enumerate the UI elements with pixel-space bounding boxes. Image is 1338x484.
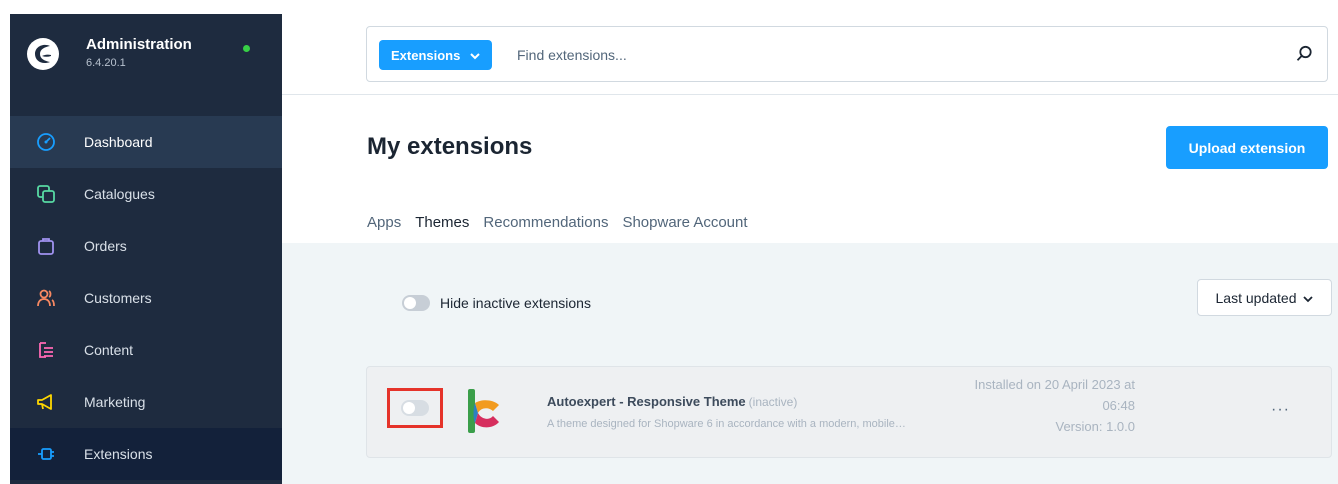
sidebar-item-dashboard[interactable]: Dashboard (10, 116, 282, 168)
content-icon (36, 340, 56, 360)
customers-icon (36, 288, 56, 308)
extension-name-text: Autoexpert - Responsive Theme (547, 394, 746, 409)
sidebar-item-label: Marketing (84, 394, 146, 410)
sidebar-item-label: Orders (84, 238, 127, 254)
extension-activation-toggle[interactable] (401, 400, 429, 416)
catalogues-icon (36, 184, 56, 204)
hide-inactive-filter: Hide inactive extensions (402, 295, 591, 311)
hide-inactive-toggle[interactable] (402, 295, 430, 311)
sort-select[interactable]: Last updated (1197, 279, 1332, 316)
sidebar-item-label: Dashboard (84, 134, 153, 150)
search-input[interactable] (517, 40, 1117, 70)
search-type-label: Extensions (391, 47, 461, 63)
sidebar: Administration 6.4.20.1 Dashboard Catalo… (10, 14, 282, 484)
search-type-dropdown[interactable]: Extensions (379, 40, 493, 70)
shopware-logo-icon[interactable] (26, 37, 60, 71)
global-search: Extensions (366, 26, 1328, 82)
sidebar-item-label: Catalogues (84, 186, 155, 202)
sidebar-item-label: Content (84, 342, 134, 358)
marketing-icon (36, 392, 56, 412)
app-version: 6.4.20.1 (86, 57, 126, 69)
sidebar-item-label: Customers (84, 290, 152, 306)
sidebar-item-extensions[interactable]: Extensions (10, 428, 282, 480)
sidebar-item-label: Extensions (84, 446, 153, 462)
chevron-down-icon (470, 48, 481, 63)
sidebar-header: Administration 6.4.20.1 (10, 14, 282, 116)
extension-version: Version: 1.0.0 (1055, 419, 1136, 434)
orders-icon (36, 236, 56, 256)
extension-meta: Installed on 20 April 2023 at 06:48 Vers… (947, 374, 1135, 437)
chevron-down-icon (1303, 290, 1314, 306)
dashboard-icon (36, 132, 56, 152)
sidebar-item-catalogues[interactable]: Catalogues (10, 168, 282, 220)
installed-time: 06:48 (1102, 398, 1135, 413)
context-menu-icon[interactable]: ··· (1271, 401, 1290, 419)
sidebar-nav: Dashboard Catalogues Orders Customers Co… (10, 116, 282, 480)
autoexpert-logo-icon (468, 389, 499, 433)
sidebar-item-marketing[interactable]: Marketing (10, 376, 282, 428)
upload-extension-button[interactable]: Upload extension (1166, 126, 1328, 169)
sidebar-item-customers[interactable]: Customers (10, 272, 282, 324)
sidebar-item-content[interactable]: Content (10, 324, 282, 376)
app-title: Administration (86, 36, 192, 53)
extension-card: Autoexpert - Responsive Theme (inactive) … (366, 366, 1332, 458)
installed-date: Installed on 20 April 2023 at (974, 377, 1135, 392)
header-divider (282, 94, 1338, 95)
online-status-indicator (243, 45, 250, 52)
search-icon[interactable] (1296, 45, 1313, 67)
extension-name[interactable]: Autoexpert - Responsive Theme (inactive) (547, 394, 797, 409)
extension-list-area: Hide inactive extensions Last updated Au… (282, 243, 1338, 484)
sidebar-item-orders[interactable]: Orders (10, 220, 282, 272)
sort-select-value: Last updated (1215, 289, 1297, 306)
extensions-icon (36, 444, 56, 464)
hide-inactive-label: Hide inactive extensions (440, 295, 591, 311)
extension-description: A theme designed for Shopware 6 in accor… (547, 418, 906, 430)
highlighted-activation-toggle (387, 388, 443, 428)
extension-status: (inactive) (748, 395, 798, 409)
page-title: My extensions (367, 133, 533, 160)
